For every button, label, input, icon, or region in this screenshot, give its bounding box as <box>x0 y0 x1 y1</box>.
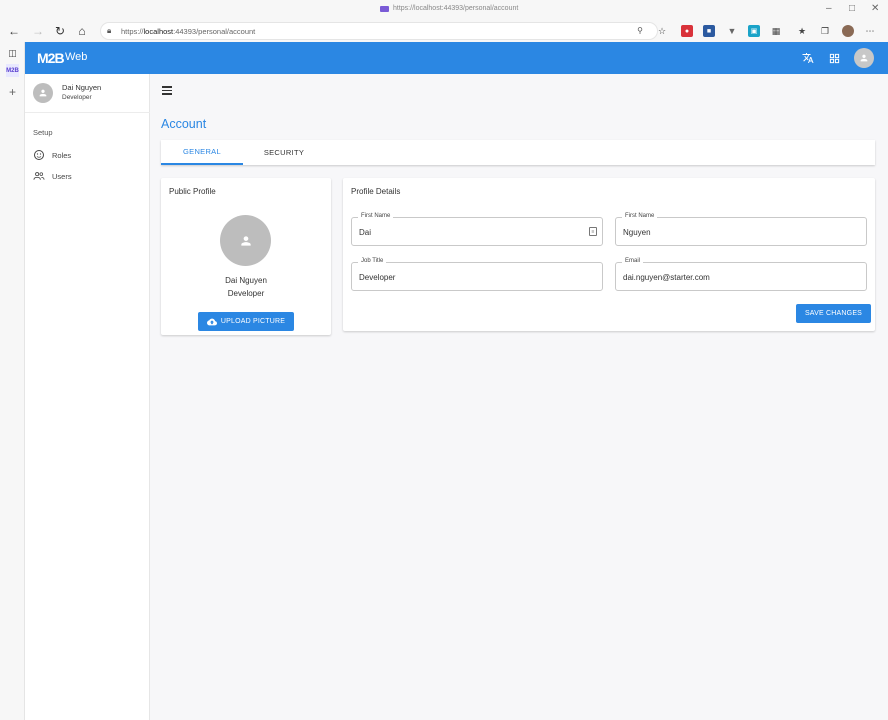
save-changes-button[interactable]: SAVE CHANGES <box>796 304 871 323</box>
page-title: Account <box>161 117 207 131</box>
cloud-upload-icon <box>206 318 217 325</box>
avatar <box>220 215 271 266</box>
sidebar-section-title: Setup <box>33 128 53 137</box>
autofill-card-icon[interactable]: ≡ <box>589 227 597 236</box>
home-icon[interactable]: ⌂ <box>74 23 90 39</box>
tab-actions-icon[interactable]: ◫ <box>6 47 19 60</box>
maximize-icon[interactable]: □ <box>849 3 855 14</box>
sidebar-user-name: Dai Nguyen <box>62 83 102 92</box>
avatar <box>33 83 53 103</box>
translate-icon[interactable] <box>801 51 815 65</box>
sidebar-user-role: Developer <box>62 94 92 101</box>
refresh-icon[interactable]: ↻ <box>52 23 68 39</box>
face-icon <box>33 149 45 161</box>
tabs-bar: GENERAL SECURITY <box>161 140 875 165</box>
close-icon[interactable]: ✕ <box>871 3 879 14</box>
app-brand[interactable]: Web <box>65 51 87 63</box>
main-content: Account GENERAL SECURITY Public Profile … <box>150 74 888 720</box>
person-icon <box>860 54 868 62</box>
sidebar-item-roles[interactable]: Roles <box>33 148 71 162</box>
sidebar-item-users[interactable]: Users <box>33 169 72 183</box>
card-title: Profile Details <box>351 187 401 196</box>
extension-square-icon[interactable]: ▣ <box>748 25 760 37</box>
favorites-icon[interactable]: ★ <box>796 25 808 37</box>
url-text: https://localhost:44393/personal/account <box>121 27 256 36</box>
more-menu-icon[interactable]: ⋯ <box>864 25 876 37</box>
users-icon <box>33 170 45 182</box>
email-field[interactable]: Email dai.nguyen@starter.com <box>615 258 867 291</box>
public-profile-card: Public Profile Dai Nguyen Developer UPLO… <box>161 178 331 335</box>
app-header: M2B Web <box>25 42 888 74</box>
card-title: Public Profile <box>169 187 216 196</box>
browser-title-bar: https://localhost:44393/personal/account… <box>0 0 888 20</box>
favorite-star-icon[interactable]: ☆ <box>656 25 668 37</box>
menu-hamburger-icon[interactable] <box>162 86 172 95</box>
header-avatar[interactable] <box>854 48 874 68</box>
profile-details-card: Profile Details First Name Dai ≡ First N… <box>343 178 875 331</box>
back-icon[interactable]: ← <box>6 23 22 39</box>
tab-general[interactable]: GENERAL <box>161 140 243 165</box>
sidebar-user[interactable]: Dai Nguyen Developer <box>25 74 150 113</box>
forward-icon[interactable]: → <box>30 23 46 39</box>
browser-tab-title[interactable]: https://localhost:44393/personal/account <box>380 5 518 12</box>
extension-shield-icon[interactable]: ● <box>681 25 693 37</box>
vertical-tab-strip: ◫ M2B + <box>0 42 25 720</box>
sidebar-item-label: Roles <box>52 150 72 160</box>
minimize-icon[interactable]: – <box>826 3 832 14</box>
key-icon[interactable]: ⚲ <box>637 26 643 35</box>
extensions-puzzle-icon[interactable]: ▦ <box>770 25 782 37</box>
active-tab-favicon-icon[interactable]: M2B <box>6 64 19 77</box>
last-name-field[interactable]: First Name Nguyen <box>615 213 867 246</box>
sidebar-item-label: Users <box>52 171 72 181</box>
job-title-field[interactable]: Job Title Developer <box>351 258 603 291</box>
profile-avatar-icon[interactable] <box>842 25 854 37</box>
profile-role: Developer <box>227 289 265 298</box>
first-name-field[interactable]: First Name Dai ≡ <box>351 213 603 246</box>
address-bar[interactable]: 🔒︎ https://localhost:44393/personal/acco… <box>100 22 658 40</box>
person-icon <box>39 89 47 97</box>
app-logo[interactable]: M2B <box>37 50 65 66</box>
extension-box-icon[interactable]: ■ <box>703 25 715 37</box>
lock-icon: 🔒︎ <box>107 26 112 35</box>
apps-grid-icon[interactable] <box>827 51 841 65</box>
new-tab-icon[interactable]: + <box>6 85 19 99</box>
collections-icon[interactable]: ❐ <box>819 25 831 37</box>
profile-name: Dai Nguyen <box>225 276 267 285</box>
favicon-icon <box>380 5 389 12</box>
extension-filter-icon[interactable]: ▼ <box>726 25 738 37</box>
person-icon <box>240 235 251 246</box>
sidebar: Dai Nguyen Developer Setup Roles Users <box>25 74 150 720</box>
tab-security[interactable]: SECURITY <box>243 140 325 165</box>
upload-picture-button[interactable]: UPLOAD PICTURE <box>198 312 294 331</box>
